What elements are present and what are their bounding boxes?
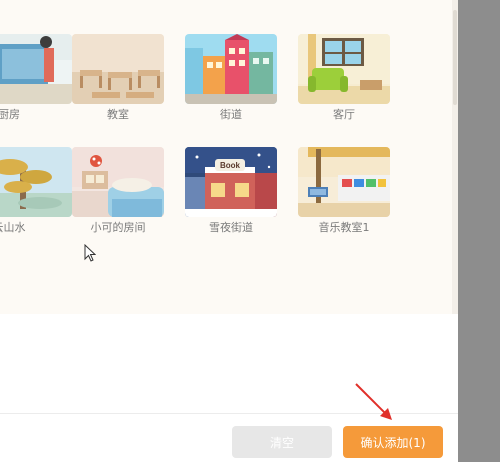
- mouse-cursor-icon: [84, 244, 96, 262]
- street-thumbnail: [185, 34, 277, 104]
- clear-button[interactable]: 清空: [232, 426, 332, 458]
- scene-card-classroom[interactable]: [72, 34, 164, 104]
- background-overlay: [458, 0, 500, 462]
- scene-label: 厨房: [0, 108, 20, 121]
- scene-label: 客厅: [333, 108, 355, 121]
- scene-label: 雪夜街道: [209, 221, 253, 234]
- scene-card-living-room[interactable]: [298, 34, 390, 104]
- scene-label: 云山水: [0, 221, 26, 234]
- scene-label: 街道: [220, 108, 242, 121]
- xiaoke-room-thumbnail: [72, 147, 164, 217]
- scene-grid: 厨房 教室 街道 客厅 山水 小可的房间 Book 雪夜街道 音乐教室1: [0, 0, 452, 314]
- scene-card-kitchen[interactable]: [0, 34, 72, 104]
- snowy-street-thumbnail: Book: [185, 147, 277, 217]
- book-sign-text: Book: [220, 161, 241, 170]
- scene-card-xiaoke-room[interactable]: [72, 147, 164, 217]
- scene-label: 音乐教室1: [318, 221, 370, 234]
- living-room-thumbnail: [298, 34, 390, 104]
- kitchen-thumbnail: [0, 34, 72, 104]
- scene-label: 教室: [107, 108, 129, 121]
- classroom-thumbnail: [72, 34, 164, 104]
- scene-card-street[interactable]: [185, 34, 277, 104]
- scene-label: 小可的房间: [90, 221, 146, 234]
- cloud-mountain-thumbnail: [0, 147, 72, 217]
- scene-card-snowy-street[interactable]: Book: [185, 147, 277, 217]
- scene-card-cloud-mountain[interactable]: [0, 147, 72, 217]
- grid-scrollbar-thumb[interactable]: [453, 10, 457, 105]
- annotation-arrow-icon: [355, 383, 392, 420]
- confirm-add-button[interactable]: 确认添加(1): [343, 426, 443, 458]
- scene-card-music-classroom[interactable]: [298, 147, 390, 217]
- music-classroom-thumbnail: [298, 147, 390, 217]
